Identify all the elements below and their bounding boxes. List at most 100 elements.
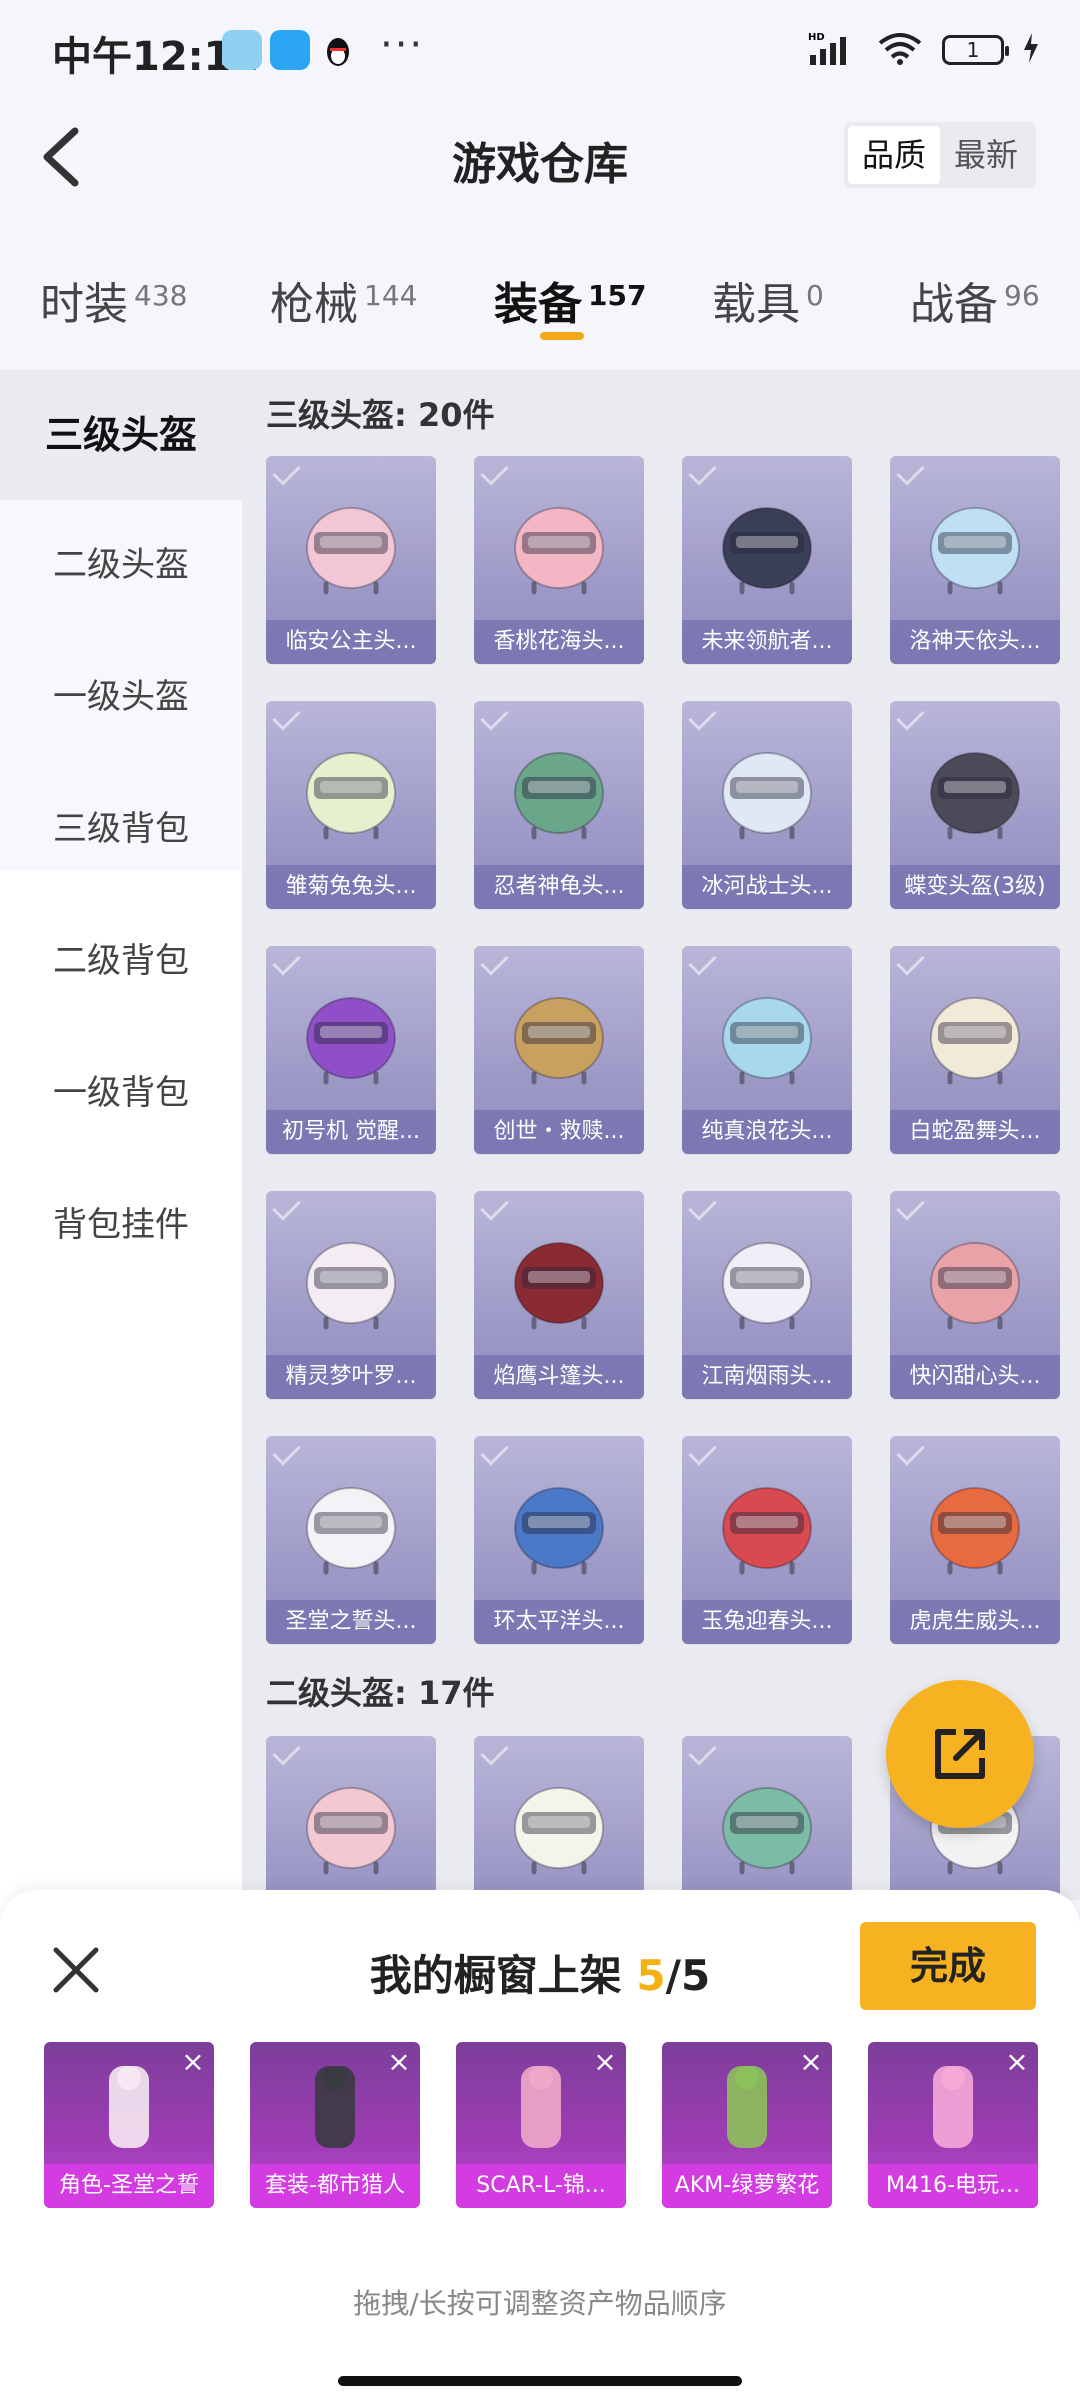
item-name: 玉兔迎春头... <box>682 1600 852 1644</box>
item-card[interactable]: 白蛇盈舞头... <box>890 946 1060 1154</box>
item-card[interactable]: 创世・救赎... <box>474 946 644 1154</box>
showcase-title-text: 我的橱窗上架 <box>369 1951 622 2000</box>
helmet-icon <box>296 1768 406 1878</box>
showcase-item-name: M416-电玩... <box>868 2164 1038 2208</box>
external-link-icon <box>935 1729 985 1779</box>
item-card[interactable]: 冰河战士头... <box>682 701 852 909</box>
signal-icon: HD <box>808 31 858 69</box>
qq-penguin-icon <box>318 30 358 70</box>
sort-by-newest-button[interactable]: 最新 <box>940 126 1032 184</box>
tab-count: 438 <box>134 279 188 312</box>
tab-fashion[interactable]: 时装 438 <box>40 268 187 332</box>
item-name: 未来领航者... <box>682 620 852 664</box>
showcase-item[interactable]: × AKM-绿萝繁花 <box>662 2042 832 2208</box>
helmet-icon <box>296 1223 406 1333</box>
showcase-item[interactable]: × SCAR-L-锦... <box>456 2042 626 2208</box>
item-card[interactable]: 精灵梦叶罗... <box>266 1191 436 1399</box>
item-card[interactable]: 快闪甜心头... <box>890 1191 1060 1399</box>
sidebar-item-backpack-pendant[interactable]: 背包挂件 <box>0 1160 242 1290</box>
showcase-item[interactable]: × M416-电玩... <box>868 2042 1038 2208</box>
item-name: 蝶变头盔(3级) <box>890 865 1060 909</box>
done-button[interactable]: 完成 <box>860 1922 1036 2010</box>
showcase-list: × 角色-圣堂之誓 × 套装-都市猎人 × SCAR-L-锦... × AKM-绿萝繁花 × M4… <box>44 2042 1044 2222</box>
app-notification-icon-2 <box>270 30 310 70</box>
helmet-icon <box>296 488 406 598</box>
helmet-icon <box>920 733 1030 843</box>
select-check-icon <box>688 1737 717 1766</box>
remove-item-icon[interactable]: × <box>1002 2048 1032 2078</box>
status-right-group: HD 1 <box>808 30 1040 70</box>
select-check-icon <box>896 457 925 486</box>
helmet-icon <box>712 1768 822 1878</box>
sort-toggle: 品质 最新 <box>843 122 1036 188</box>
select-check-icon <box>272 1437 301 1466</box>
item-thumbnail <box>697 2056 797 2156</box>
select-check-icon <box>896 1437 925 1466</box>
sidebar-item-level3-backpack[interactable]: 三级背包 <box>0 764 242 894</box>
item-card[interactable]: 洛神天依头... <box>890 456 1060 664</box>
item-card[interactable]: 香桃花海头... <box>474 456 644 664</box>
item-card[interactable]: 环太平洋头... <box>474 1436 644 1644</box>
item-grid: 三级头盔: 20件 临安公主头... 香桃花海头... 未来领航者... 洛神天依头.… <box>242 370 1080 1900</box>
share-button[interactable] <box>886 1680 1034 1828</box>
tab-equipment[interactable]: 装备 157 <box>494 268 646 332</box>
item-card[interactable]: 玉兔迎春头... <box>682 1436 852 1644</box>
sidebar-item-level1-helmet[interactable]: 一级头盔 <box>0 632 242 762</box>
item-card[interactable]: 初号机 觉醒... <box>266 946 436 1154</box>
select-check-icon <box>272 457 301 486</box>
sidebar-item-level2-helmet[interactable]: 二级头盔 <box>0 500 242 630</box>
svg-text:HD: HD <box>808 32 825 43</box>
helmet-icon <box>504 1223 614 1333</box>
showcase-item-name: 角色-圣堂之誓 <box>44 2164 214 2208</box>
item-card[interactable]: 临安公主头... <box>266 456 436 664</box>
select-check-icon <box>480 947 509 976</box>
item-card[interactable]: 纯真浪花头... <box>682 946 852 1154</box>
item-card[interactable]: 江南烟雨头... <box>682 1191 852 1399</box>
item-card[interactable]: 雏菊兔兔头... <box>266 701 436 909</box>
tab-vehicles[interactable]: 载具 0 <box>712 268 824 332</box>
remove-item-icon[interactable]: × <box>590 2048 620 2078</box>
item-card[interactable] <box>266 1736 436 1900</box>
remove-item-icon[interactable]: × <box>796 2048 826 2078</box>
select-check-icon <box>688 702 717 731</box>
sidebar-item-level3-helmet[interactable]: 三级头盔 <box>0 370 242 500</box>
item-name: 精灵梦叶罗... <box>266 1355 436 1399</box>
item-card[interactable] <box>682 1736 852 1900</box>
item-name: 环太平洋头... <box>474 1600 644 1644</box>
status-bar: 中午12:12 ··· HD 1 <box>0 0 1080 100</box>
item-name: 江南烟雨头... <box>682 1355 852 1399</box>
sort-by-quality-button[interactable]: 品质 <box>847 126 940 184</box>
showcase-item[interactable]: × 角色-圣堂之誓 <box>44 2042 214 2208</box>
sidebar-item-level1-backpack[interactable]: 一级背包 <box>0 1028 242 1158</box>
helmet-icon <box>712 978 822 1088</box>
tab-supplies[interactable]: 战备 96 <box>910 268 1040 332</box>
helmet-icon <box>712 1223 822 1333</box>
remove-item-icon[interactable]: × <box>178 2048 208 2078</box>
home-indicator[interactable] <box>338 2376 742 2386</box>
remove-item-icon[interactable]: × <box>384 2048 414 2078</box>
helmet-icon <box>504 1768 614 1878</box>
showcase-total-count: 5 <box>680 1951 711 2000</box>
select-check-icon <box>480 1192 509 1221</box>
item-card[interactable]: 虎虎生威头... <box>890 1436 1060 1644</box>
sidebar-item-level2-backpack[interactable]: 二级背包 <box>0 896 242 1026</box>
select-check-icon <box>480 457 509 486</box>
item-card[interactable] <box>474 1736 644 1900</box>
active-tab-indicator <box>540 332 584 340</box>
tab-label: 载具 <box>712 279 800 330</box>
header: 游戏仓库 品质 最新 <box>0 100 1080 220</box>
select-check-icon <box>272 947 301 976</box>
select-check-icon <box>272 1737 301 1766</box>
item-card[interactable]: 圣堂之誓头... <box>266 1436 436 1644</box>
item-card[interactable]: 忍者神龟头... <box>474 701 644 909</box>
item-thumbnail <box>285 2056 385 2156</box>
tab-weapons[interactable]: 枪械 144 <box>270 268 417 332</box>
showcase-item[interactable]: × 套装-都市猎人 <box>250 2042 420 2208</box>
item-card[interactable]: 焰鹰斗篷头... <box>474 1191 644 1399</box>
select-check-icon <box>272 1192 301 1221</box>
item-card[interactable]: 未来领航者... <box>682 456 852 664</box>
select-check-icon <box>272 702 301 731</box>
item-name: 香桃花海头... <box>474 620 644 664</box>
helmet-icon <box>296 1468 406 1578</box>
item-card[interactable]: 蝶变头盔(3级) <box>890 701 1060 909</box>
